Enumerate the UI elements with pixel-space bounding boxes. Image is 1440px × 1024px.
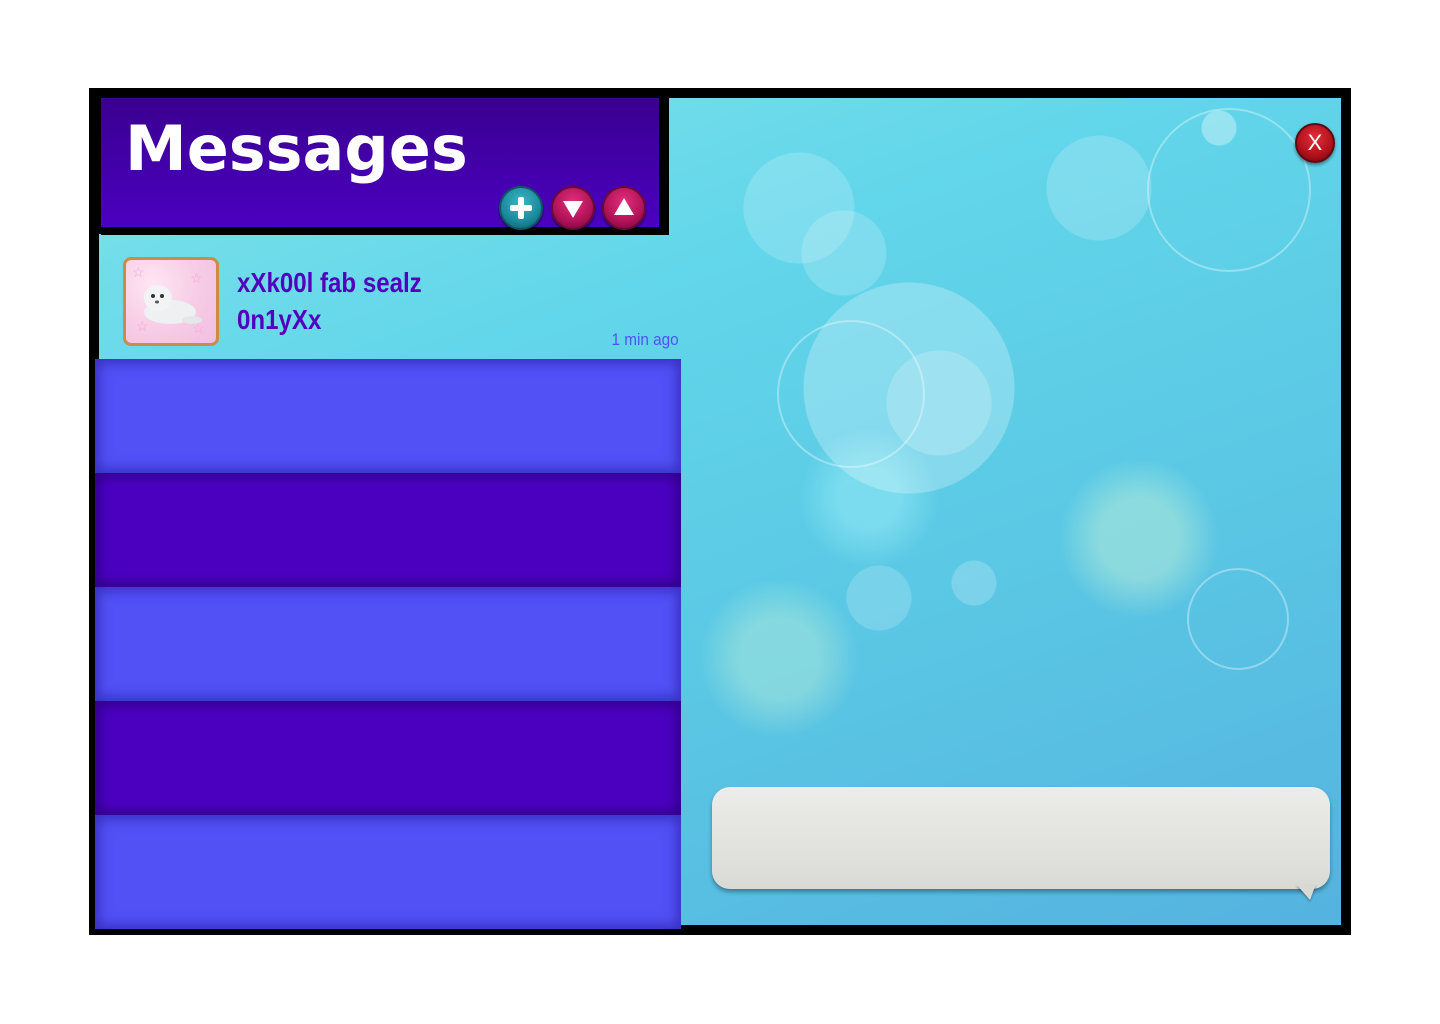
messages-window: X Messages ☆ ☆ ☆ ☆ xXk00l fab sealz 0n1y… xyxy=(89,88,1351,935)
close-button[interactable]: X xyxy=(1295,123,1335,163)
conversation-list-item[interactable]: ☆ ☆ ☆ ☆ xXk00l fab sealz 0n1yXx 1 min ag… xyxy=(99,244,679,359)
scroll-up-button[interactable] xyxy=(602,186,646,230)
empty-conversation-slot xyxy=(95,815,681,929)
bokeh-ring xyxy=(777,320,925,468)
empty-conversation-slot xyxy=(95,587,681,701)
seal-avatar: ☆ ☆ ☆ ☆ xyxy=(123,257,219,346)
bokeh-ring xyxy=(1187,568,1289,670)
scroll-down-button[interactable] xyxy=(551,186,595,230)
speech-bubble-tail xyxy=(1296,884,1316,900)
plus-icon xyxy=(510,197,532,219)
empty-conversation-slot xyxy=(95,359,681,473)
seal-icon xyxy=(144,285,202,324)
contact-name: xXk00l fab sealz 0n1yXx xyxy=(237,267,422,335)
messages-header-panel: Messages xyxy=(101,98,669,235)
empty-conversation-slot xyxy=(95,701,681,815)
bokeh-ring xyxy=(1147,108,1311,272)
messages-header: Messages xyxy=(99,98,669,235)
arrow-down-icon xyxy=(563,201,583,218)
empty-conversation-slot xyxy=(95,473,681,587)
new-message-button[interactable] xyxy=(499,186,543,230)
page-title: Messages xyxy=(125,112,468,185)
message-timestamp: 1 min ago xyxy=(611,330,679,349)
close-icon: X xyxy=(1307,130,1323,155)
arrow-up-icon xyxy=(614,198,634,215)
message-input[interactable] xyxy=(712,787,1330,889)
